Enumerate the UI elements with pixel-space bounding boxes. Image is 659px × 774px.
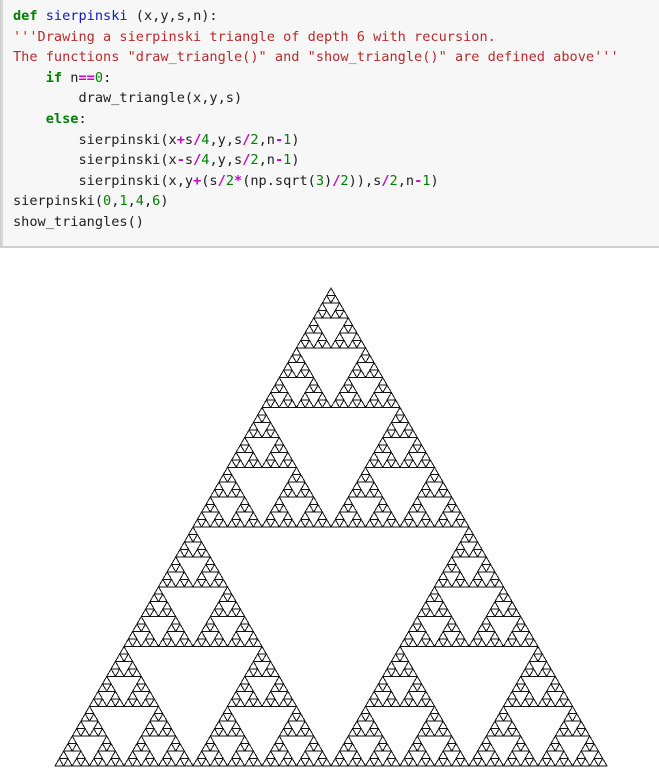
code-token-op: / [381,172,390,189]
code-token-op: + [176,131,185,148]
code-token-num: 0 [94,69,104,86]
code-token-plain: sierpinski( [13,193,104,210]
code-token-plain: s [184,152,194,169]
code-line: if n==0: [13,68,659,89]
code-token-num: 1 [119,193,128,210]
code-token-plain: draw_triangle(x,y,s) [78,90,243,107]
code-token-plain: ,n [397,172,415,189]
code-token-op: - [274,152,284,169]
code-line: show_triangles() [13,212,659,233]
code-editor-area[interactable]: def sierpinski (x,y,s,n): '''Drawing a si… [13,6,659,233]
code-token-num: 2 [250,152,259,169]
code-line: sierpinski(x+s/4,y,s/2,n-1) [13,130,659,151]
code-token-kw: def [13,8,38,24]
code-token-plain: ,y,s [209,131,243,148]
code-line: sierpinski(0,1,4,6) [13,191,659,212]
code-token-plain: (x,y,s,n): [127,8,218,24]
code-token-num: 2 [340,172,349,189]
code-token-num: 3 [315,172,325,189]
code-line: draw_triangle(x,y,s) [13,88,659,109]
cell-left-accent-bar [1,0,3,247]
code-token-plain: n [62,69,79,86]
code-token-kw: if [45,69,63,86]
code-token-str: The functions "draw_triangle()" and "sho… [13,49,619,66]
code-token-op: - [176,152,185,169]
code-line: sierpinski(x-s/4,y,s/2,n-1) [13,150,659,171]
code-token-op: == [78,69,95,86]
code-token-plain: ,y,s [209,152,243,169]
code-token-plain: ) [291,152,300,169]
code-token-plain: (np.sqrt( [242,172,316,189]
code-token-plain: sierpinski(x [78,152,177,169]
code-token-op: - [274,131,284,148]
code-token-num: 4 [135,193,144,210]
code-token-plain: , [143,193,153,210]
code-line: else: [13,109,659,130]
code-token-plain: ) [291,131,300,148]
code-token-plain: : [78,110,87,127]
code-token-plain: ) [430,172,439,189]
cell-output-figure [0,248,659,774]
code-token-plain: ) [160,193,169,210]
code-token-str: '''Drawing a sierpinski triangle of dept… [13,28,496,45]
code-token-plain: (s [201,172,218,189]
code-line: '''Drawing a sierpinski triangle of dept… [13,27,659,48]
code-token-fnname: sierpinski [45,8,128,24]
code-token-plain: ) [324,172,333,189]
code-token-num: 2 [250,131,259,148]
code-token-plain: ,n [258,131,275,148]
code-token-plain: s [184,131,194,148]
code-token-num: 2 [225,172,234,189]
code-token-plain: sierpinski(x [78,131,177,148]
code-token-plain: show_triangles() [13,213,144,230]
code-token-op: * [234,172,243,189]
sierpinski-triangle-figure [0,248,659,774]
code-token-num: 0 [103,193,112,210]
code-line: def sierpinski (x,y,s,n): [13,6,659,27]
code-line: sierpinski(x,y+(s/2*(np.sqrt(3)/2)),s/2,… [13,171,659,192]
code-token-num: 2 [389,172,398,189]
code-token-kw: else [45,110,79,127]
code-token-plain: )),s [348,172,382,189]
code-token-plain: , [127,193,136,210]
code-token-plain: : [103,69,112,86]
notebook-code-cell[interactable]: def sierpinski (x,y,s,n): '''Drawing a si… [0,0,659,248]
code-token-plain: sierpinski(x,y [78,172,194,189]
code-token-op: / [217,172,226,189]
code-token-plain: ,n [258,152,275,169]
code-line: The functions "draw_triangle()" and "sho… [13,47,659,68]
